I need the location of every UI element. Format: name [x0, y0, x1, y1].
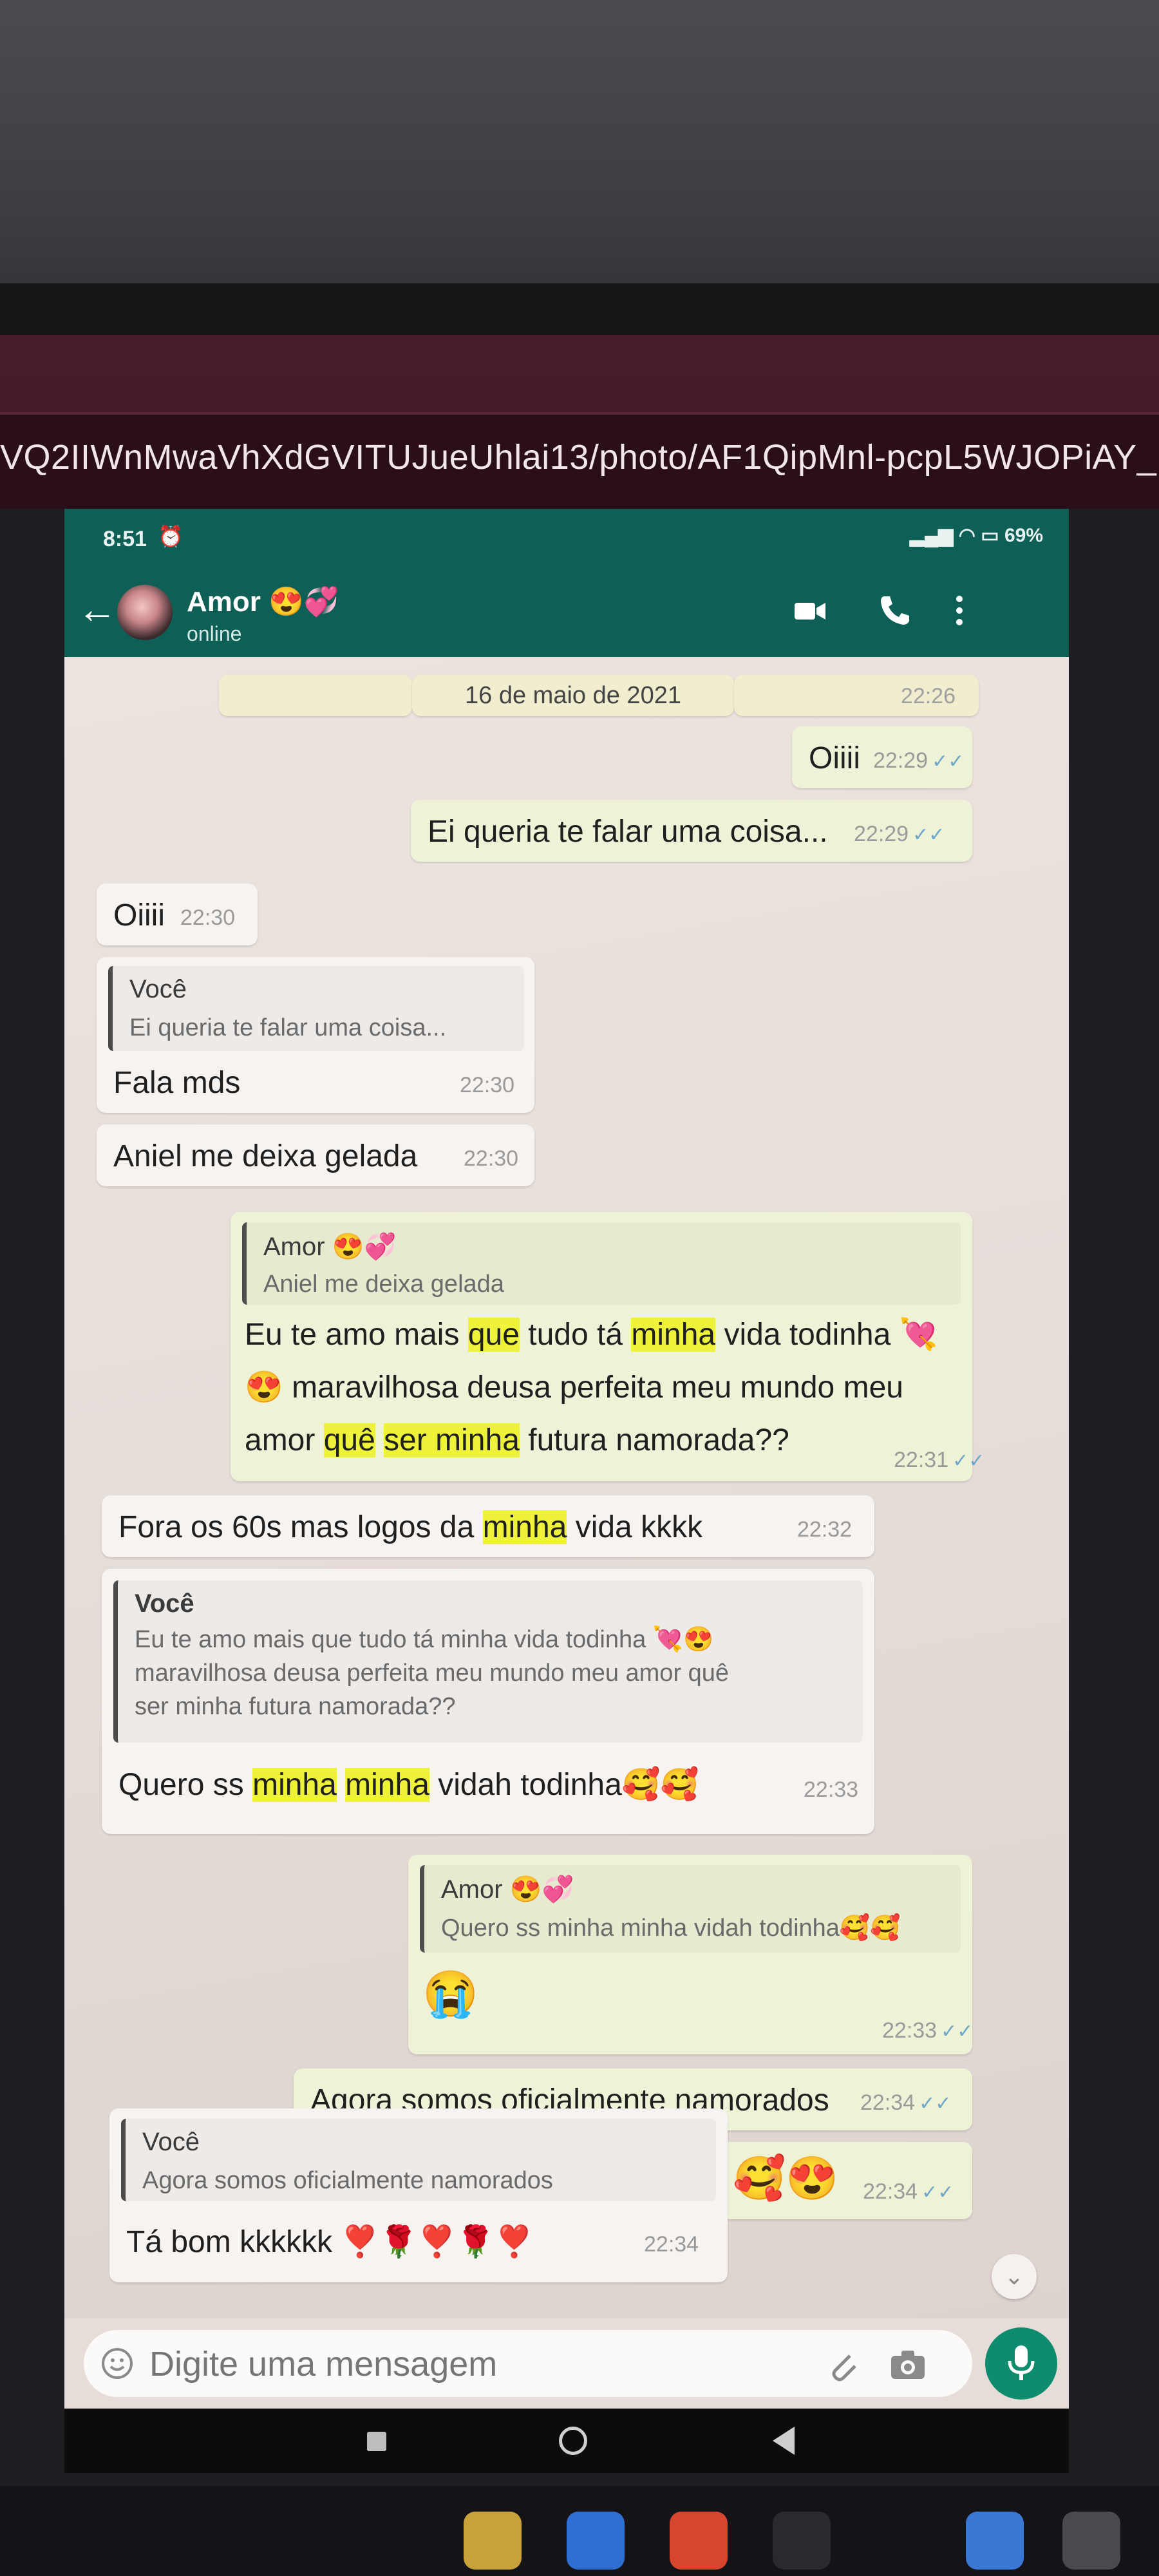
message-bubble-incoming[interactable]: Você Agora somos oficialmente namorados …: [109, 2108, 728, 2282]
status-bar: 8:51 ⏰ ▂▄▆ ◠ ▭ 69%: [64, 509, 1069, 567]
alarm-icon: ⏰: [158, 525, 184, 548]
wifi-icon: ◠: [958, 525, 975, 546]
chevron-down-icon: ⌄: [1004, 2263, 1024, 2289]
microphone-icon: [1008, 2345, 1035, 2380]
back-button[interactable]: [773, 2427, 795, 2455]
chrome-profile-icon[interactable]: [966, 2512, 1024, 2570]
android-nav-bar: [64, 2409, 1069, 2473]
app-icon[interactable]: [773, 2512, 831, 2570]
more-options-icon[interactable]: [947, 592, 972, 629]
contact-name[interactable]: Amor 😍💞: [187, 585, 339, 618]
voice-call-icon[interactable]: [876, 592, 912, 629]
battery-level: 69%: [1004, 525, 1043, 546]
chat-header: ← Amor 😍💞 online: [64, 567, 1069, 657]
camera-icon[interactable]: [889, 2347, 927, 2383]
chrome-icon[interactable]: [567, 2512, 625, 2570]
avatar[interactable]: [117, 585, 173, 640]
home-button[interactable]: [559, 2427, 587, 2455]
message-input[interactable]: [148, 2339, 730, 2389]
contact-status: online: [187, 622, 242, 645]
video-call-icon[interactable]: [792, 592, 828, 629]
background-wall: [0, 0, 1159, 303]
composer-bar: [64, 2318, 1069, 2409]
folder-icon[interactable]: [464, 2512, 522, 2570]
battery-icon: ▭: [981, 525, 999, 546]
quoted-message[interactable]: Você Agora somos oficialmente namorados: [121, 2119, 716, 2201]
quote-author: Você: [142, 2128, 200, 2156]
mic-button[interactable]: [985, 2327, 1057, 2400]
message-text: Tá bom kkkkkk ❣️🌹❣️🌹❣️: [126, 2225, 534, 2259]
chat-lower-content: [64, 657, 1069, 2318]
desktop-taskbar: [0, 2486, 1159, 2576]
message-input-container[interactable]: [84, 2330, 972, 2397]
paperclip-icon[interactable]: [824, 2347, 860, 2383]
quote-text: Agora somos oficialmente namorados: [142, 2167, 553, 2194]
message-time: 22:34: [644, 2232, 699, 2257]
scroll-to-bottom-button[interactable]: ⌄: [992, 2254, 1037, 2299]
recent-apps-button[interactable]: [367, 2432, 386, 2451]
status-icons: ▂▄▆ ◠ ▭ 69%: [910, 524, 1043, 547]
signal-icon: ▂▄▆: [909, 525, 954, 546]
url-text[interactable]: VQ2IIWnMwaVhXdGVITUJueUhlai13/photo/AF1Q…: [0, 425, 1159, 489]
monitor-bezel: [0, 283, 1159, 341]
emoji-icon[interactable]: [100, 2347, 134, 2380]
brave-icon[interactable]: [670, 2512, 728, 2570]
notion-icon[interactable]: [1062, 2512, 1120, 2570]
back-arrow-icon[interactable]: ←: [77, 590, 117, 630]
status-time: 8:51: [103, 527, 147, 551]
